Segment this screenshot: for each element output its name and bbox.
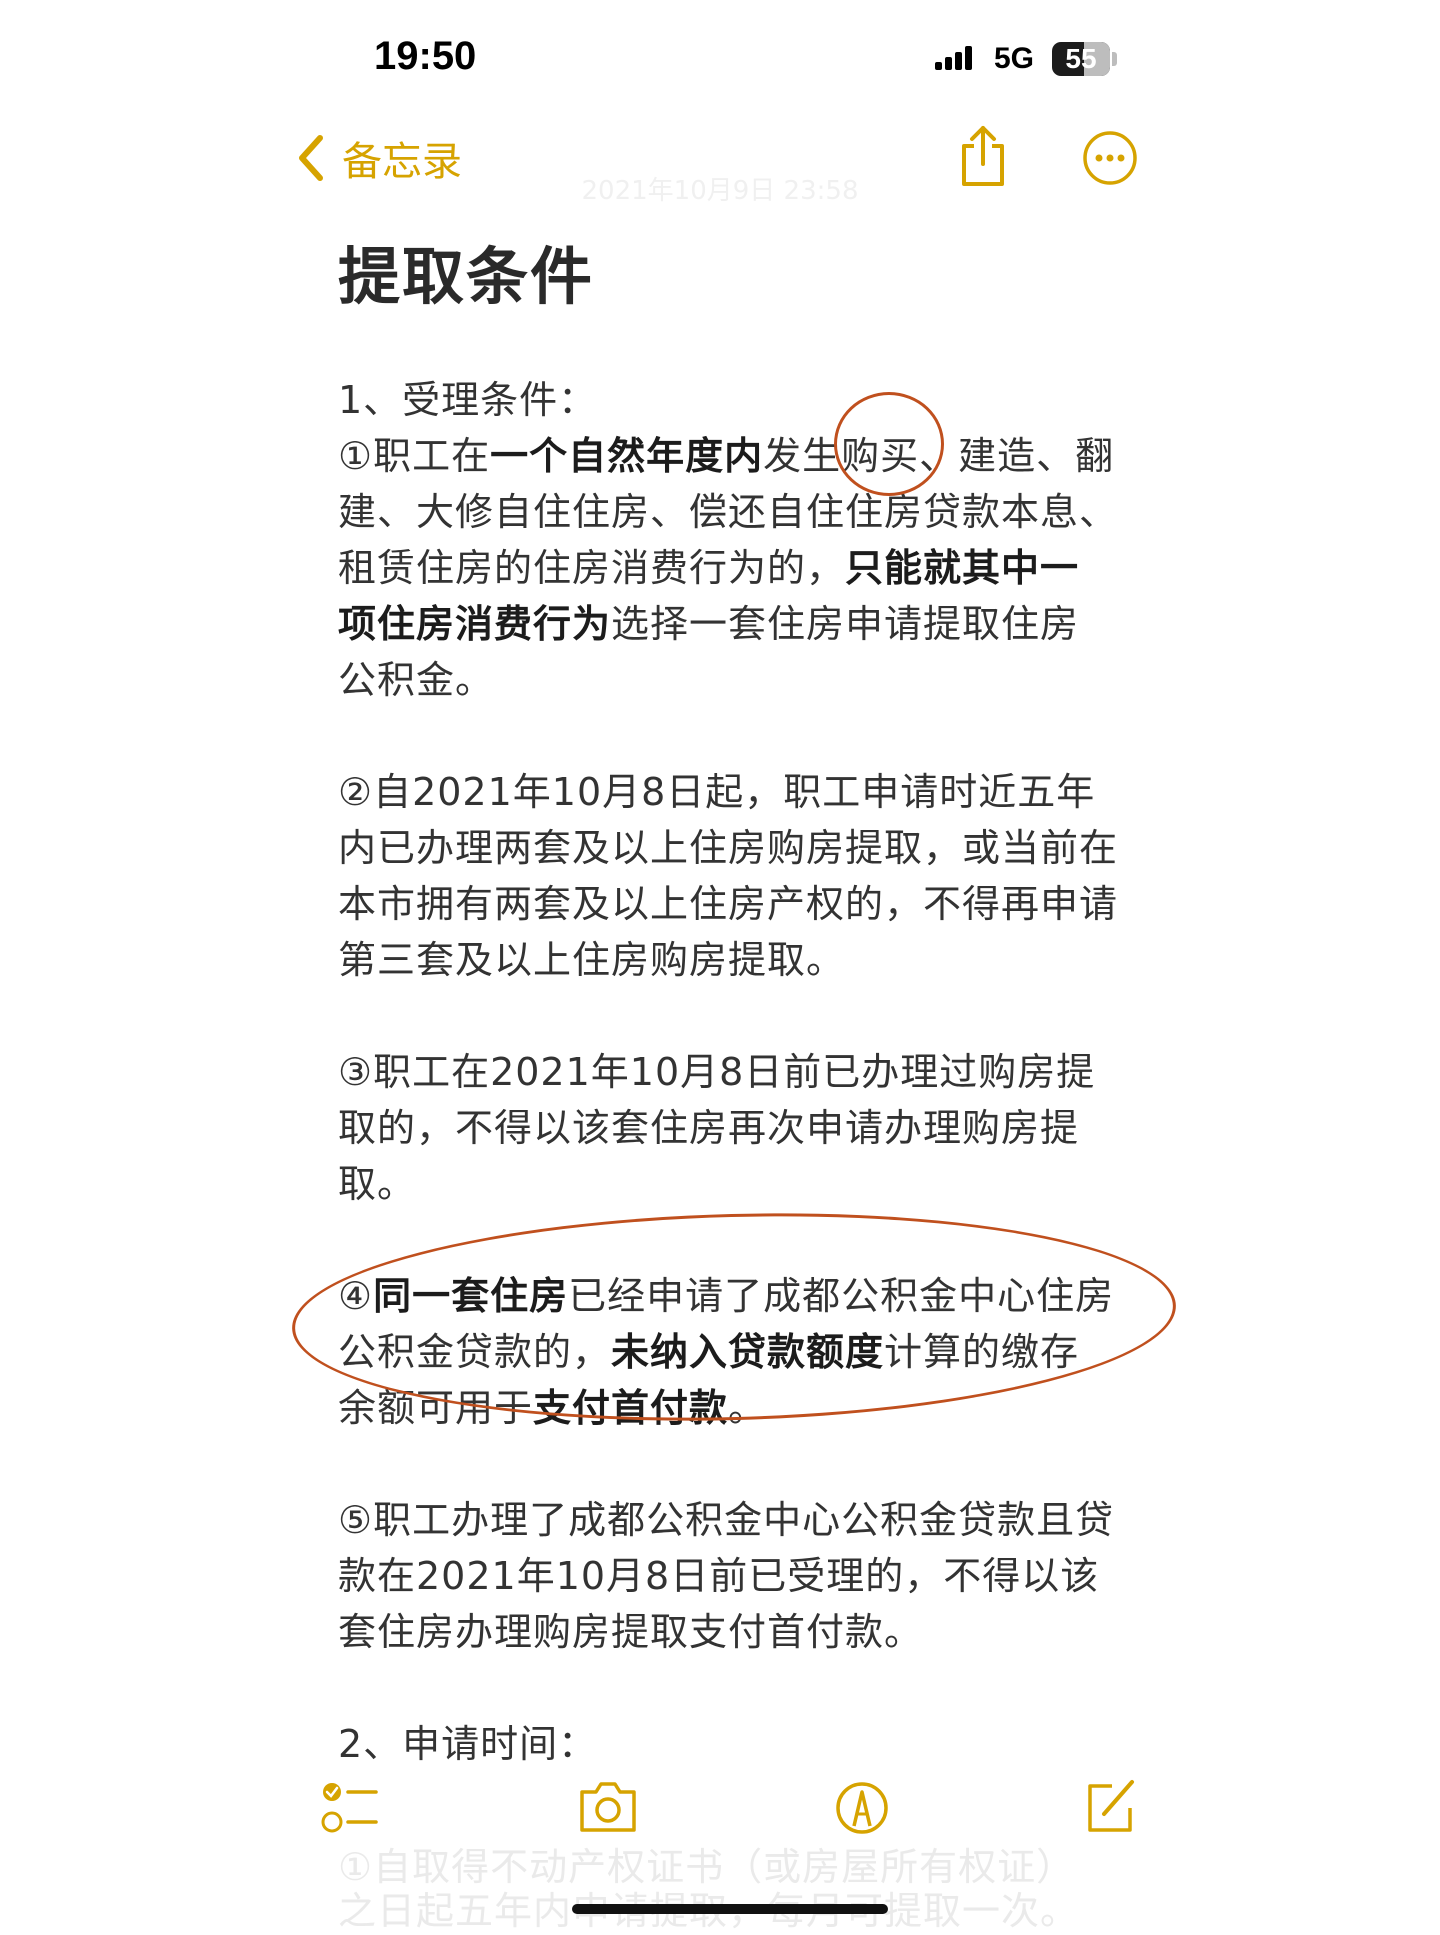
camera-icon[interactable] — [576, 1770, 640, 1850]
condition-5: ⑤职工办理了成都公积金中心公积金贷款且贷款在2021年10月8日前已受理的，不得… — [338, 1498, 1115, 1654]
nav-bar: 2021年10月9日 23:58 备忘录 — [0, 110, 1440, 210]
section-heading-2: 2、申请时间： — [338, 1722, 598, 1766]
note-body[interactable]: 1、受理条件： ①职工在一个自然年度内发生购买、建造、翻建、大修自住住房、偿还自… — [338, 372, 1118, 1772]
battery-tip — [1112, 52, 1117, 66]
network-label: 5G — [994, 42, 1035, 75]
condition-1: ①职工在一个自然年度内发生购买、建造、翻建、大修自住住房、偿还自住住房贷款本息、… — [338, 434, 1119, 702]
chevron-left-icon — [299, 135, 323, 181]
status-time: 19:50 — [374, 34, 477, 78]
compose-icon[interactable] — [1082, 1770, 1138, 1850]
markup-pen-icon[interactable] — [834, 1770, 890, 1850]
bottom-toolbar — [0, 1770, 1440, 1870]
status-bar: 19:50 5G 55 — [0, 0, 1440, 110]
home-indicator[interactable] — [572, 1904, 888, 1914]
battery-icon: 55 — [1052, 42, 1110, 76]
section-heading-1: 1、受理条件： — [338, 378, 598, 422]
note-title: 提取条件 — [338, 240, 595, 313]
note-date: 2021年10月9日 23:58 — [581, 176, 859, 206]
condition-2: ②自2021年10月8日起，职工申请时近五年内已办理两套及以上住房购房提取，或当… — [338, 770, 1119, 982]
annotation-circle — [834, 392, 944, 496]
checklist-icon[interactable] — [320, 1770, 380, 1850]
back-label: 备忘录 — [342, 139, 462, 185]
back-button[interactable]: 备忘录 — [296, 128, 462, 188]
signal-icon — [935, 46, 972, 70]
share-icon[interactable] — [958, 122, 1008, 190]
more-icon[interactable] — [1082, 130, 1138, 186]
condition-3: ③职工在2021年10月8日前已办理过购房提取的，不得以该套住房再次申请办理购房… — [338, 1050, 1096, 1206]
battery-level: 55 — [1065, 43, 1097, 74]
